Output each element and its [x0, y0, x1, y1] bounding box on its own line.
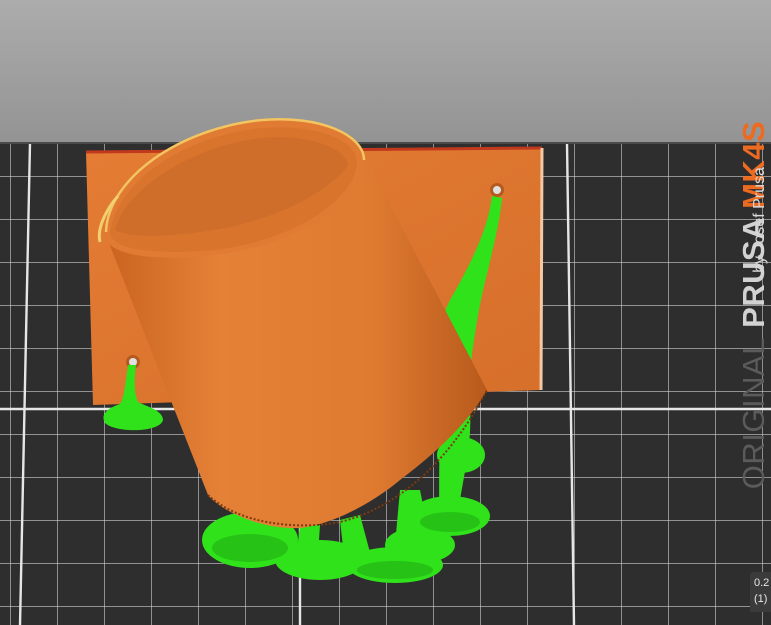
layer-count-value: (1) [754, 593, 768, 605]
layer-info-panel[interactable]: 0.2 (1) [750, 572, 771, 612]
layer-height-value: 0.2 [754, 577, 770, 589]
viewport-background [0, 0, 771, 145]
bed-brand-byline: by Josef Prusa [751, 167, 768, 273]
3d-scene[interactable] [0, 0, 771, 625]
bed-brand-original: ORIGINAL [736, 337, 771, 490]
3d-viewport[interactable]: ORIGINAL PRUSA MK4S by Josef Prusa 0.2 (… [0, 0, 771, 625]
